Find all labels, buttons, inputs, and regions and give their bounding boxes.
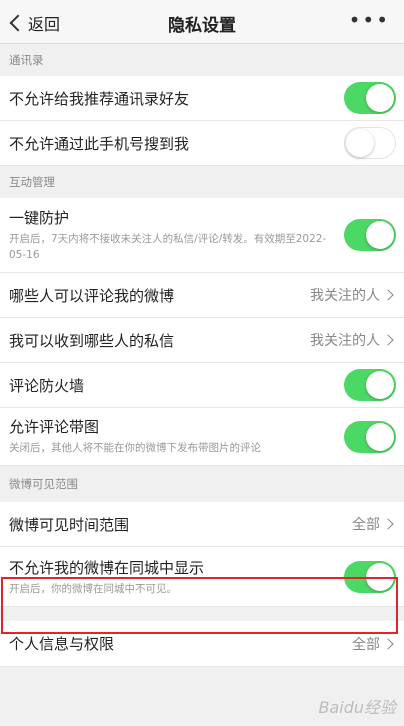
- row-value: 全部: [352, 634, 394, 654]
- toggle-switch[interactable]: [344, 420, 396, 453]
- row-one-key-protect[interactable]: 一键防护 开启后，7天内将不接收未关注人的私信/评论/转发。有效期至2022-0…: [0, 198, 404, 273]
- toggle-knob: [366, 422, 394, 451]
- value-text: 全部: [352, 517, 380, 533]
- row-value: 我关注的人: [310, 285, 394, 305]
- toggle-switch[interactable]: [344, 219, 396, 251]
- row-no-recommend-contacts[interactable]: 不允许给我推荐通讯录好友: [0, 76, 404, 121]
- page-title: 隐私设置: [168, 16, 236, 36]
- value-text: 全部: [352, 636, 380, 653]
- row-visible-time-range[interactable]: 微博可见时间范围 全部: [0, 502, 404, 547]
- toggle-knob: [366, 221, 394, 249]
- toggle-knob: [366, 84, 394, 112]
- section-header-visibility: 微博可见范围: [0, 466, 404, 502]
- toggle-knob: [366, 562, 394, 591]
- toggle-knob: [346, 129, 374, 157]
- section-header-interaction: 互动管理: [0, 166, 404, 198]
- row-dm-permission[interactable]: 我可以收到哪些人的私信 我关注的人: [0, 318, 404, 363]
- row-label: 不允许通过此手机号搜到我: [9, 134, 190, 153]
- row-label: 评论防火墙: [9, 376, 85, 395]
- row-label: 我可以收到哪些人的私信: [9, 331, 175, 350]
- row-image-comment[interactable]: 允许评论带图 关闭后，其他人将不能在你的微博下发布带图片的评论: [0, 408, 404, 466]
- section-header-contacts: 通讯录: [0, 44, 404, 76]
- row-comment-permission[interactable]: 哪些人可以评论我的微博 我关注的人: [0, 273, 404, 318]
- chevron-right-icon: [382, 289, 394, 301]
- toggle-switch[interactable]: [344, 560, 396, 593]
- row-hide-in-local[interactable]: 不允许我的微博在同城中显示 开启后，你的微博在同城中不可见。: [0, 547, 404, 607]
- value-text: 我关注的人: [310, 288, 380, 304]
- toggle-switch[interactable]: [344, 82, 396, 114]
- row-label: 不允许给我推荐通讯录好友: [9, 89, 190, 108]
- row-label: 哪些人可以评论我的微博: [9, 286, 175, 305]
- row-label: 微博可见时间范围: [9, 515, 130, 534]
- toggle-knob: [366, 371, 394, 399]
- row-label: 个人信息与权限: [9, 635, 115, 653]
- more-icon[interactable]: •••: [349, 8, 390, 32]
- row-no-phone-search[interactable]: 不允许通过此手机号搜到我: [0, 121, 404, 166]
- nav-bar: 返回 隐私设置 •••: [0, 0, 404, 44]
- toggle-switch[interactable]: [344, 127, 396, 159]
- value-text: 我关注的人: [310, 333, 380, 349]
- chevron-right-icon: [382, 518, 394, 530]
- row-value: 全部: [352, 514, 394, 534]
- chevron-right-icon: [382, 637, 394, 650]
- row-comment-firewall[interactable]: 评论防火墙: [0, 363, 404, 408]
- row-label: 一键防护: [9, 209, 70, 227]
- watermark: Baidu经验: [318, 698, 396, 717]
- chevron-right-icon: [382, 334, 394, 346]
- toggle-switch[interactable]: [344, 369, 396, 401]
- row-personal-info[interactable]: 个人信息与权限 全部: [0, 621, 404, 667]
- row-value: 我关注的人: [310, 330, 394, 350]
